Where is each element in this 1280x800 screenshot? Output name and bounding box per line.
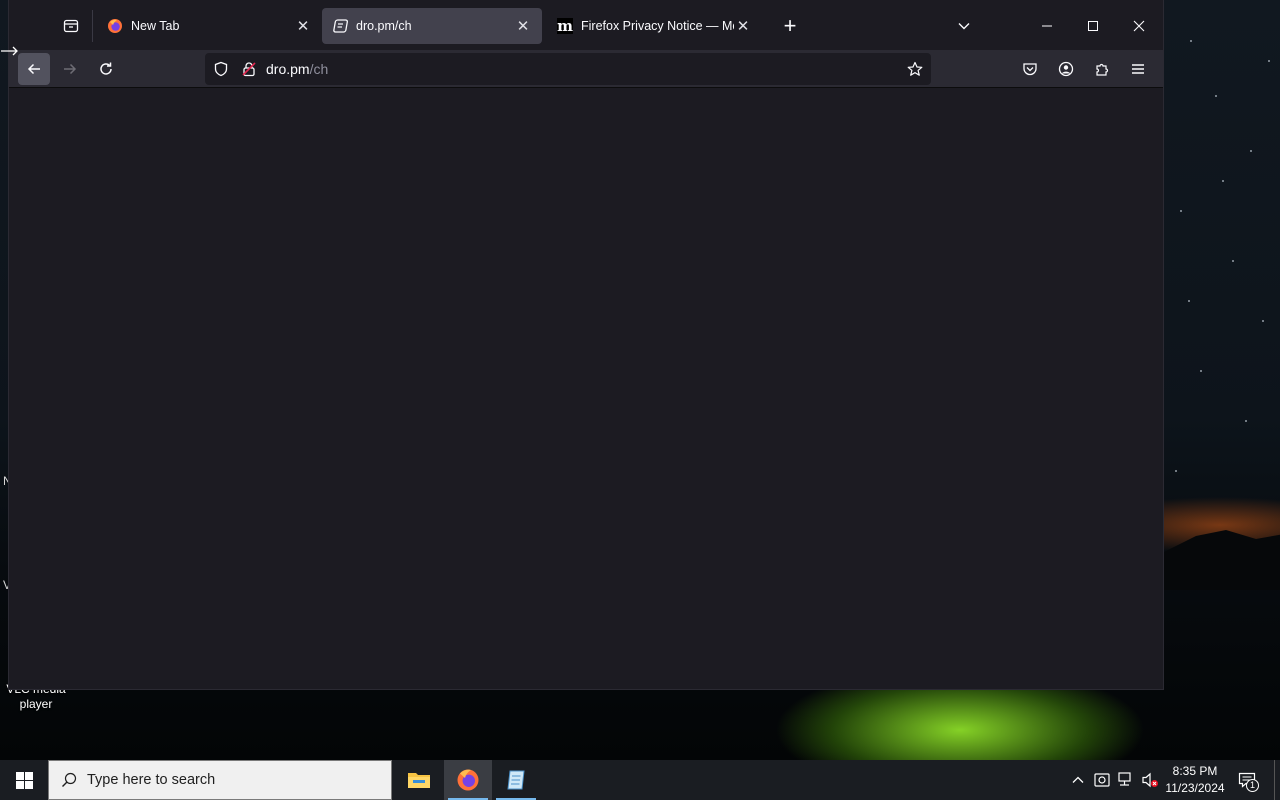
reload-icon — [100, 62, 112, 75]
notification-count-badge: 1 — [1246, 779, 1259, 792]
firefox-icon — [107, 18, 123, 34]
back-button[interactable] — [18, 53, 50, 85]
forward-button[interactable] — [54, 53, 86, 85]
minimize-icon — [1042, 25, 1052, 27]
pocket-button[interactable] — [1014, 53, 1046, 85]
search-icon — [62, 772, 77, 787]
url-bar[interactable]: dro.pm/ch — [205, 53, 931, 85]
clock-time: 8:35 PM — [1172, 764, 1218, 778]
url-text[interactable]: dro.pm/ch — [266, 61, 328, 77]
firefox-icon — [457, 769, 479, 791]
firefox-view-icon — [63, 19, 79, 33]
close-icon — [1133, 20, 1145, 32]
bookmark-star-icon[interactable] — [907, 61, 923, 82]
taskbar-search-box[interactable]: Type here to search — [48, 760, 392, 800]
tab-strip: New Tab ✕ dro.pm/ch ✕ m Firefox Privacy … — [9, 0, 1163, 50]
list-all-tabs-button[interactable] — [951, 13, 977, 39]
hamburger-menu-icon — [1132, 64, 1144, 74]
search-placeholder: Type here to search — [87, 772, 216, 788]
url-host: dro.pm — [266, 61, 310, 77]
url-path: /ch — [309, 61, 329, 77]
network-button[interactable] — [1116, 770, 1136, 790]
maximize-icon — [1088, 21, 1098, 31]
close-window-button[interactable] — [1116, 8, 1162, 44]
chevron-down-icon — [958, 23, 970, 30]
action-center-button[interactable]: 1 — [1234, 768, 1260, 792]
extensions-button[interactable] — [1086, 53, 1118, 85]
new-tab-button[interactable]: + — [777, 13, 803, 39]
close-tab-icon[interactable]: ✕ — [514, 17, 532, 35]
account-button[interactable] — [1050, 53, 1082, 85]
pocket-icon — [1023, 63, 1037, 76]
close-tab-icon[interactable]: ✕ — [294, 17, 312, 35]
tab-title: Firefox Privacy Notice — Mozilla — [581, 19, 734, 33]
notepad-icon — [507, 770, 525, 790]
navigation-toolbar: dro.pm/ch — [9, 50, 1163, 88]
arrow-right-icon — [64, 63, 77, 75]
reload-button[interactable] — [90, 53, 122, 85]
minimize-button[interactable] — [1024, 8, 1070, 44]
tray-app-icon[interactable] — [1092, 770, 1112, 790]
page-icon — [332, 18, 348, 34]
network-icon — [1118, 772, 1131, 786]
plus-icon: + — [783, 13, 797, 38]
account-icon — [1058, 61, 1074, 77]
app-menu-button[interactable] — [1122, 53, 1154, 85]
tab-separator — [92, 10, 93, 42]
arrow-left-icon — [27, 63, 40, 75]
maximize-button[interactable] — [1070, 8, 1116, 44]
mountain-silhouette — [1160, 530, 1280, 590]
tab-new-tab[interactable]: New Tab ✕ — [97, 8, 322, 44]
shield-icon[interactable] — [213, 61, 229, 82]
windows-logo-icon — [15, 771, 33, 789]
resize-cursor-icon — [1, 46, 18, 56]
chevron-up-icon — [1072, 776, 1084, 783]
tab-privacy-notice[interactable]: m Firefox Privacy Notice — Mozilla ✕ — [547, 8, 762, 44]
taskbar-notepad-app[interactable] — [492, 760, 540, 800]
windows-taskbar: Type here to search 8:35 PM 11/23/2024 1 — [0, 760, 1280, 800]
show-hidden-icons-button[interactable] — [1068, 770, 1088, 790]
volume-muted-icon — [1142, 772, 1158, 788]
volume-button[interactable] — [1140, 770, 1160, 790]
folder-icon — [408, 773, 430, 788]
firefox-window: New Tab ✕ dro.pm/ch ✕ m Firefox Privacy … — [9, 0, 1163, 689]
insecure-lock-icon[interactable] — [241, 61, 257, 82]
taskbar-file-explorer[interactable] — [395, 760, 443, 800]
firefox-view-button[interactable] — [57, 12, 85, 40]
clock-date: 11/23/2024 — [1165, 781, 1225, 795]
puzzle-piece-icon — [1096, 63, 1109, 76]
taskbar-firefox[interactable] — [444, 760, 492, 800]
mozilla-m-icon: m — [557, 17, 573, 35]
tab-title: dro.pm/ch — [356, 19, 412, 33]
close-tab-icon[interactable]: ✕ — [734, 17, 752, 35]
page-content-area[interactable] — [9, 89, 1163, 689]
tab-title: New Tab — [131, 19, 180, 33]
tab-dro-pm[interactable]: dro.pm/ch ✕ — [322, 8, 542, 44]
taskbar-clock[interactable]: 8:35 PM 11/23/2024 — [1162, 763, 1228, 797]
security-tray-icon — [1094, 773, 1110, 787]
start-button[interactable] — [0, 760, 48, 800]
show-desktop-button[interactable] — [1274, 760, 1280, 800]
